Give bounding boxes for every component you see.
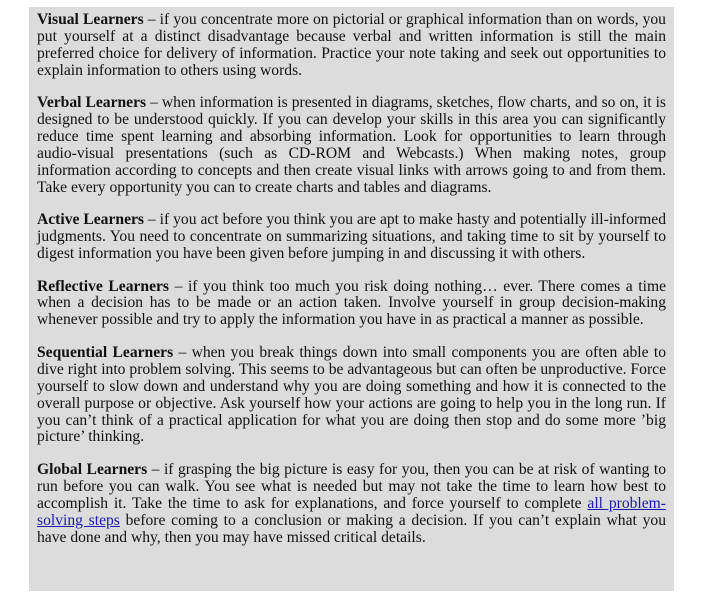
learning-styles-panel: Visual Learners – if you concentrate mor… [29, 7, 674, 591]
paragraph-reflective-learners: Reflective Learners – if you think too m… [37, 277, 666, 330]
term-visual-learners: Visual Learners [37, 11, 144, 28]
term-sequential-learners: Sequential Learners [37, 343, 174, 361]
term-active-learners: Active Learners [37, 211, 144, 229]
paragraph-visual-learners: Visual Learners – if you concentrate mor… [37, 11, 666, 80]
term-global-learners: Global Learners [37, 460, 148, 478]
term-reflective-learners: Reflective Learners [37, 277, 169, 295]
paragraph-sequential-learners: Sequential Learners – when you break thi… [37, 343, 666, 446]
description-global-learners-after-link: before coming to a conclusion or making … [37, 511, 666, 546]
term-verbal-learners: Verbal Learners [37, 94, 147, 112]
paragraph-active-learners: Active Learners – if you act before you … [37, 211, 666, 263]
paragraph-verbal-learners: Verbal Learners – when information is pr… [37, 94, 666, 196]
paragraph-global-learners: Global Learners – if grasping the big pi… [37, 460, 666, 547]
